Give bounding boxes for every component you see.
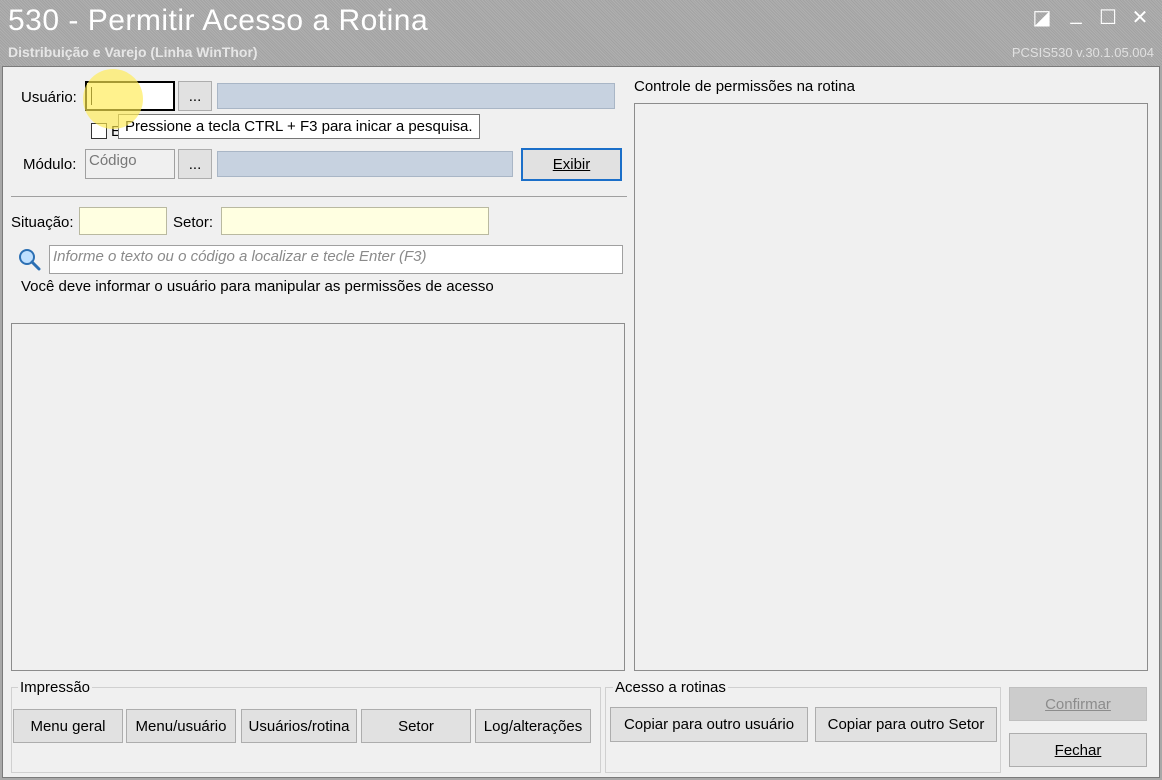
restore-icon[interactable]: ◪ [1028,6,1056,30]
confirmar-button[interactable]: Confirmar [1009,687,1147,721]
setor-label: Setor: [173,214,214,231]
text-caret [91,87,92,105]
usuario-code-input[interactable] [85,81,175,111]
checkbox[interactable] [91,123,107,139]
usuario-label: Usuário: [21,89,77,106]
fechar-label: Fechar [1054,741,1102,759]
acesso-title: Acesso a rotinas [613,679,728,696]
menu-geral-button[interactable]: Menu geral [13,709,123,743]
title-bar[interactable]: 530 - Permitir Acesso a Rotina Distribui… [0,0,1162,66]
usuario-browse-button[interactable]: ... [178,81,212,111]
search-input[interactable]: Informe o texto ou o código a localizar … [49,245,623,274]
copiar-setor-button[interactable]: Copiar para outro Setor [815,707,997,742]
right-panel-title: Controle de permissões na rotina [634,78,855,95]
close-icon[interactable]: ✕ [1126,6,1154,30]
exibir-label: Exibir [552,156,591,173]
copiar-usuario-button[interactable]: Copiar para outro usuário [610,707,808,742]
impressao-title: Impressão [18,679,93,696]
client-area: Usuário: ... E Módulo: Código ... Exibir… [2,66,1160,778]
usuarios-rotina-button[interactable]: Usuários/rotina [241,709,357,743]
search-icon [19,249,41,271]
permissions-panel[interactable] [634,103,1148,671]
maximize-icon[interactable]: ☐ [1094,6,1122,30]
info-message: Você deve informar o usuário para manipu… [21,278,494,295]
divider [11,196,627,197]
modulo-name-field [217,151,513,177]
usuario-name-field [217,83,615,109]
log-alteracoes-button[interactable]: Log/alterações [475,709,591,743]
window-subtitle: Distribuição e Varejo (Linha WinThor) [8,44,258,60]
situacao-label: Situação: [11,214,74,231]
confirmar-label: Confirmar [1045,695,1111,713]
modulo-browse-button[interactable]: ... [178,149,212,179]
exibir-button[interactable]: Exibir [521,148,622,181]
modulo-code-input[interactable]: Código [85,149,175,179]
fechar-button[interactable]: Fechar [1009,733,1147,767]
modulo-label: Módulo: [23,156,77,173]
setor-button[interactable]: Setor [361,709,471,743]
window-title: 530 - Permitir Acesso a Rotina [8,4,429,37]
app-window: 530 - Permitir Acesso a Rotina Distribui… [0,0,1162,780]
situacao-field[interactable] [79,207,167,235]
menu-usuario-button[interactable]: Menu/usuário [126,709,236,743]
search-hint-tooltip: Pressione a tecla CTRL + F3 para inicar … [118,114,480,139]
version-label: PCSIS530 v.30.1.05.004 [1011,45,1154,60]
setor-field[interactable] [221,207,489,235]
routines-list[interactable] [11,323,625,671]
minimize-icon[interactable]: _ [1062,2,1090,26]
